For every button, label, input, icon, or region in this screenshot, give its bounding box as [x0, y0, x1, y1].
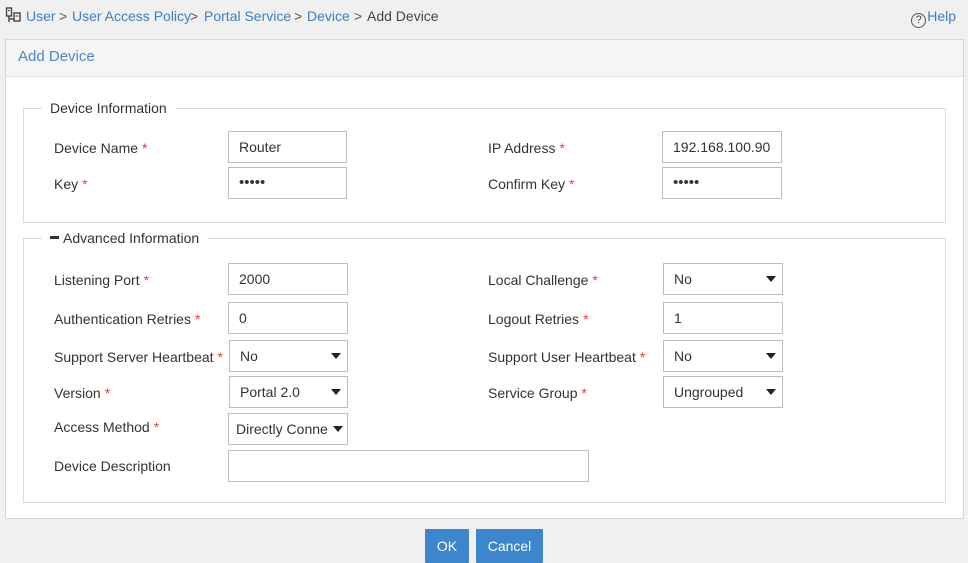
breadcrumb-separator: > — [294, 8, 303, 24]
cancel-button[interactable]: Cancel — [476, 529, 543, 563]
device-name-label: Device Name * — [54, 140, 148, 156]
key-label: Key * — [54, 176, 88, 192]
support-server-heartbeat-select[interactable]: No — [229, 340, 348, 372]
support-server-heartbeat-label: Support Server Heartbeat * — [54, 349, 223, 365]
version-select[interactable]: Portal 2.0 — [229, 376, 348, 408]
breadcrumb: User > User Access Policy > Portal Servi… — [0, 0, 968, 32]
breadcrumb-separator: > — [190, 8, 199, 24]
device-information-legend: Device Information — [42, 100, 175, 117]
user-network-icon — [5, 7, 21, 22]
local-challenge-label: Local Challenge * — [488, 272, 598, 288]
breadcrumb-link-device[interactable]: Device — [307, 7, 350, 25]
add-device-panel: Add Device Device Information Device Nam… — [5, 39, 964, 519]
device-description-input[interactable] — [228, 450, 589, 482]
collapse-minus-icon[interactable] — [50, 236, 59, 239]
chevron-down-icon — [766, 389, 776, 395]
chevron-down-icon — [331, 353, 341, 359]
breadcrumb-link-portal-service[interactable]: Portal Service — [204, 7, 291, 25]
device-name-input[interactable]: Router — [228, 131, 347, 163]
logout-retries-input[interactable]: 1 — [663, 302, 783, 334]
listening-port-label: Listening Port * — [54, 272, 150, 288]
panel-title: Add Device — [18, 48, 95, 65]
chevron-down-icon — [331, 389, 341, 395]
breadcrumb-link-user-access-policy[interactable]: User Access Policy — [72, 7, 191, 25]
ip-address-label: IP Address * — [488, 140, 565, 156]
breadcrumb-link-user[interactable]: User — [26, 7, 56, 25]
breadcrumb-current: Add Device — [367, 8, 439, 24]
breadcrumb-separator: > — [354, 8, 363, 24]
key-password-input[interactable]: ••••• — [228, 167, 347, 199]
advanced-information-legend[interactable]: Advanced Information — [42, 230, 208, 247]
help-link[interactable]: ? Help — [911, 6, 956, 28]
local-challenge-select[interactable]: No — [663, 263, 783, 295]
device-description-label: Device Description — [54, 458, 171, 474]
confirm-key-label: Confirm Key * — [488, 176, 575, 192]
service-group-label: Service Group * — [488, 385, 587, 401]
chevron-down-icon — [766, 276, 776, 282]
help-icon: ? — [911, 13, 927, 28]
support-user-heartbeat-label: Support User Heartbeat * — [488, 349, 646, 365]
version-label: Version * — [54, 385, 111, 401]
logout-retries-label: Logout Retries * — [488, 311, 589, 327]
help-label: Help — [927, 8, 956, 24]
ip-address-input[interactable]: 192.168.100.90 — [662, 131, 782, 163]
access-method-select[interactable]: Directly Conne — [228, 413, 348, 445]
support-user-heartbeat-select[interactable]: No — [663, 340, 783, 372]
panel-header: Add Device — [6, 40, 963, 77]
listening-port-input[interactable]: 2000 — [228, 263, 348, 295]
chevron-down-icon — [766, 353, 776, 359]
authentication-retries-input[interactable]: 0 — [228, 302, 348, 334]
chevron-down-icon — [333, 426, 343, 432]
ok-button[interactable]: OK — [425, 529, 469, 563]
breadcrumb-separator: > — [59, 8, 68, 24]
access-method-label: Access Method * — [54, 419, 160, 435]
confirm-key-password-input[interactable]: ••••• — [662, 167, 782, 199]
service-group-select[interactable]: Ungrouped — [663, 376, 783, 408]
device-information-section: Device Information — [23, 100, 946, 223]
authentication-retries-label: Authentication Retries * — [54, 311, 201, 327]
